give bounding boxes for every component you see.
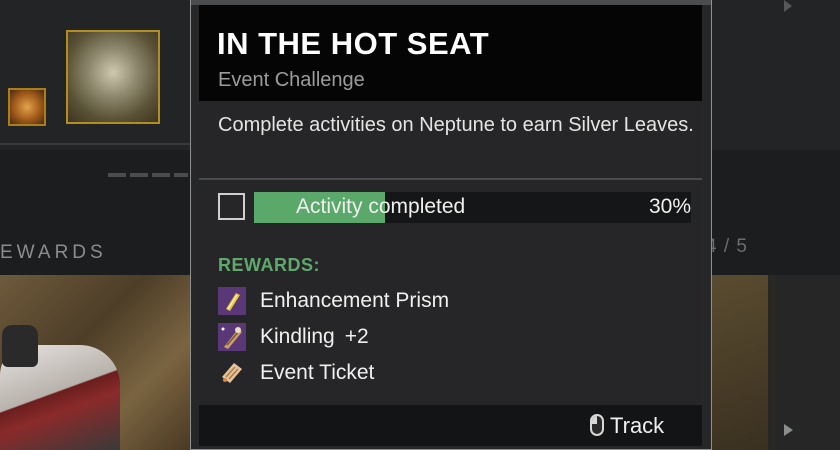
reward-item: Event Ticket [218, 359, 678, 389]
small-item-icon[interactable] [8, 88, 46, 126]
challenge-type: Event Challenge [218, 69, 365, 91]
tooltip-body: Complete activities on Neptune to earn S… [199, 101, 702, 446]
objective-progress-bar: Activity completed 30% [254, 192, 691, 223]
arrow-right-icon [784, 0, 792, 12]
kindling-icon [218, 323, 246, 351]
background-rewards-label: EWARDS [0, 242, 107, 263]
objective-label: Activity completed [296, 195, 466, 218]
challenge-description: Complete activities on Neptune to earn S… [218, 114, 694, 136]
reward-name: Event Ticket [260, 361, 375, 384]
track-label: Track [610, 413, 665, 438]
next-arrow-icon[interactable] [784, 424, 793, 436]
reward-name: Enhancement Prism [260, 289, 450, 312]
rewards-heading: REWARDS: [218, 255, 320, 275]
guardian-helmet [2, 325, 38, 367]
engram-item-icon[interactable] [66, 30, 160, 124]
reward-card[interactable] [706, 275, 768, 450]
challenge-title: IN THE HOT SEAT [217, 26, 490, 61]
objective-checkbox [218, 193, 245, 220]
reward-item: Enhancement Prism [218, 287, 678, 317]
reward-item: Kindling +2 [218, 323, 678, 353]
tooltip-header: IN THE HOT SEAT Event Challenge [199, 5, 702, 101]
page-indicator [108, 173, 188, 177]
divider [0, 143, 190, 145]
reward-name: Kindling +2 [260, 325, 369, 348]
event-ticket-icon [218, 359, 246, 387]
divider [199, 178, 702, 180]
tooltip-footer: Track [199, 405, 702, 446]
mouse-icon [590, 414, 604, 436]
challenge-tooltip: IN THE HOT SEAT Event Challenge Complete… [190, 0, 712, 450]
track-button[interactable]: Track [590, 413, 680, 439]
objective-progress-text: 30% [648, 195, 691, 218]
enhancement-prism-icon [218, 287, 246, 315]
objective-row: Activity completed 30% [218, 192, 691, 223]
reward-quantity: +2 [344, 325, 369, 348]
background-pager: 4 / 5 [706, 236, 748, 257]
